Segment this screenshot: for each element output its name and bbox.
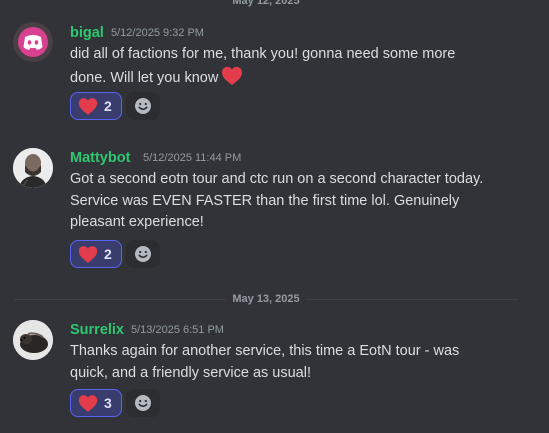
message-text: Thanks again for another service, this t…	[70, 343, 460, 381]
heart-icon	[78, 98, 98, 115]
discord-logo-icon	[13, 22, 53, 62]
smiley-add-icon	[135, 98, 151, 114]
reaction-heart[interactable]: 2	[70, 240, 122, 268]
reaction-heart[interactable]: 3	[70, 389, 122, 417]
reaction-count: 3	[104, 395, 112, 411]
avatar[interactable]	[13, 22, 53, 62]
smiley-add-icon	[135, 246, 151, 262]
avatar[interactable]	[13, 320, 53, 360]
message-text: did all of factions for me, thank you! g…	[70, 44, 490, 89]
username[interactable]: Mattybot	[70, 149, 130, 167]
person-photo-icon	[13, 148, 53, 188]
reaction-count: 2	[104, 246, 112, 262]
date-divider-label: May 12, 2025	[226, 0, 306, 8]
add-reaction-button[interactable]	[126, 389, 160, 417]
add-reaction-button[interactable]	[126, 92, 160, 120]
smiley-add-icon	[135, 395, 151, 411]
timestamp: 5/12/2025 9:32 PM	[111, 27, 204, 39]
message-text-content: did all of factions for me, thank you! g…	[70, 46, 456, 86]
reaction-heart[interactable]: 2	[70, 92, 122, 120]
add-reaction-button[interactable]	[126, 240, 160, 268]
reaction-count: 2	[104, 98, 112, 114]
username[interactable]: Surrelix	[70, 321, 124, 339]
heart-icon	[78, 395, 98, 412]
username[interactable]: bigal	[70, 24, 104, 42]
animal-photo-icon	[13, 320, 53, 360]
timestamp: 5/12/2025 11:44 PM	[143, 152, 242, 164]
timestamp: 5/13/2025 6:51 PM	[131, 324, 224, 336]
date-divider-label: May 13, 2025	[226, 292, 306, 306]
heart-icon	[78, 246, 98, 263]
avatar[interactable]	[13, 148, 53, 188]
heart-emoji-icon	[222, 66, 243, 85]
message-text: Got a second eotn tour and ctc run on a …	[70, 171, 484, 230]
